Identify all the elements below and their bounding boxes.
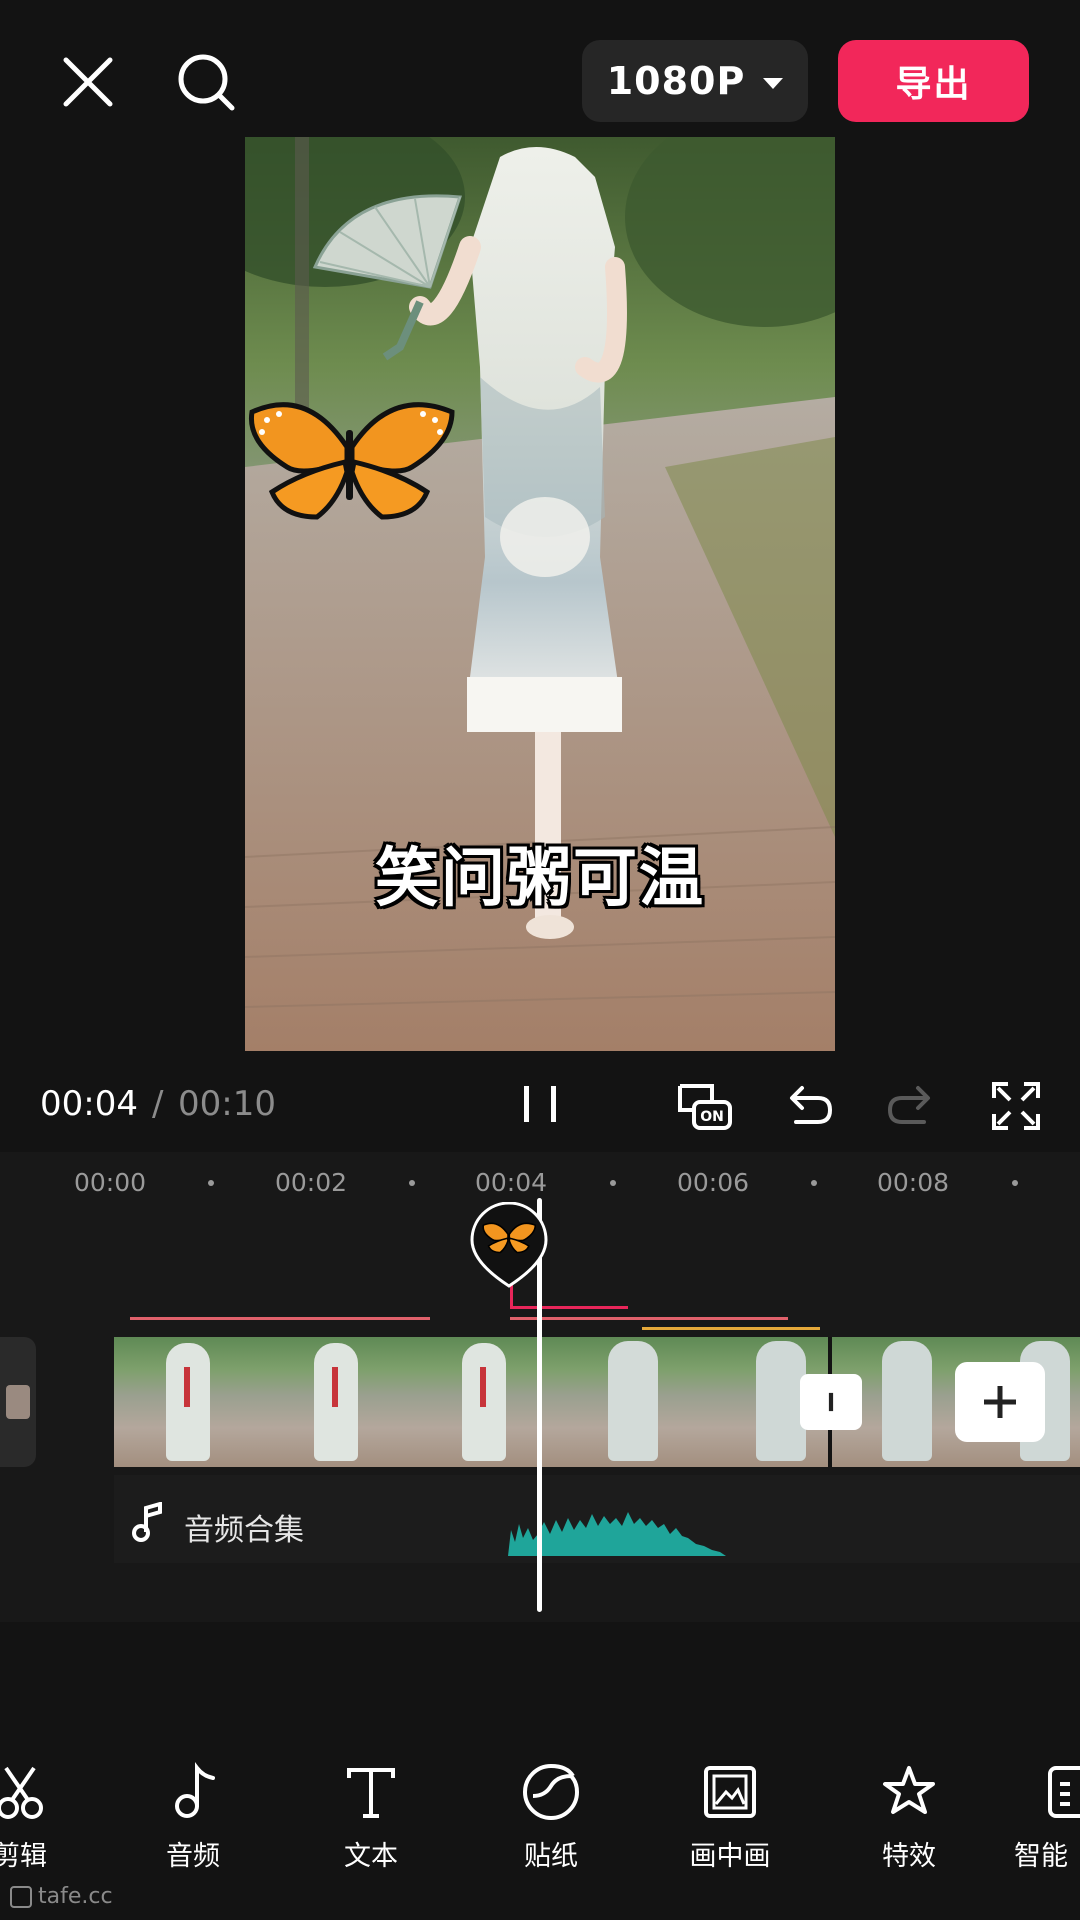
music-note-icon xyxy=(132,1501,166,1542)
transition-button[interactable] xyxy=(800,1374,862,1430)
redo-icon xyxy=(887,1086,930,1124)
time-separator: / xyxy=(152,1084,164,1124)
toolbar-item-pip[interactable]: 画中画 xyxy=(670,1762,790,1873)
toolbar-item-sticker[interactable]: 贴纸 xyxy=(491,1762,611,1873)
close-button[interactable] xyxy=(52,46,124,118)
subtitle-text[interactable]: 笑问粥可温 xyxy=(245,827,835,919)
sticker-track-line[interactable] xyxy=(510,1306,628,1309)
effect-track-line[interactable] xyxy=(642,1327,820,1330)
picture-in-picture-icon xyxy=(704,1766,756,1818)
clip-thumbnail xyxy=(410,1337,558,1467)
toolbar-item-audio[interactable]: 音频 xyxy=(133,1762,253,1873)
ruler-time-label: 00:06 xyxy=(677,1168,750,1197)
ruler-dot xyxy=(1012,1180,1018,1186)
toolbar-item-label: 画中画 xyxy=(689,1841,771,1872)
toolbar-item-text[interactable]: 文本 xyxy=(311,1762,431,1873)
add-clip-button[interactable] xyxy=(955,1362,1045,1442)
current-time: 00:04 xyxy=(40,1084,138,1124)
video-preview[interactable]: 笑问粥可温 xyxy=(245,137,835,1051)
redo-button[interactable] xyxy=(882,1076,942,1136)
previous-clip-thumbnail[interactable] xyxy=(0,1337,36,1467)
clip-thumbnail xyxy=(114,1337,262,1467)
scissors-icon xyxy=(0,1766,43,1819)
keyframe-toggle-button[interactable]: ON xyxy=(674,1076,734,1136)
export-button[interactable]: 导出 xyxy=(838,40,1029,122)
toolbar-item-label: 音频 xyxy=(166,1841,220,1872)
ruler-time-label: 00:08 xyxy=(877,1168,950,1197)
transition-icon xyxy=(828,1392,834,1412)
watermark-logo-icon xyxy=(10,1885,32,1908)
pause-icon xyxy=(524,1086,556,1122)
smart-icon xyxy=(1048,1766,1080,1818)
pause-button[interactable] xyxy=(514,1078,566,1130)
ruler-dot xyxy=(610,1180,616,1186)
toolbar-item-label: 剪辑 xyxy=(0,1841,47,1872)
toolbar-item-smart[interactable]: 智能 xyxy=(1010,1762,1080,1873)
search-icon xyxy=(178,54,235,111)
resolution-label: 1080P xyxy=(606,59,746,103)
watermark-text: tafe.cc xyxy=(38,1884,113,1909)
ruler-dot xyxy=(409,1180,415,1186)
export-label: 导出 xyxy=(895,64,972,105)
text-track-line[interactable] xyxy=(510,1317,788,1320)
effects-star-icon xyxy=(883,1766,935,1814)
search-button[interactable] xyxy=(170,46,242,118)
fullscreen-button[interactable] xyxy=(986,1076,1046,1136)
plus-icon xyxy=(984,1386,1016,1418)
undo-icon xyxy=(790,1086,833,1124)
audio-track-label: 音频合集 xyxy=(184,1513,304,1548)
clip-thumbnail xyxy=(558,1337,706,1467)
svg-text:ON: ON xyxy=(700,1109,724,1125)
ruler-dot xyxy=(811,1180,817,1186)
dropdown-caret-icon xyxy=(763,77,784,89)
resolution-selector[interactable]: 1080P xyxy=(582,40,808,122)
undo-button[interactable] xyxy=(778,1076,838,1136)
toolbar-item-label: 智能 xyxy=(1014,1841,1068,1872)
text-track-line[interactable] xyxy=(130,1317,430,1320)
sticker-icon xyxy=(523,1764,580,1820)
video-clip-track[interactable] xyxy=(114,1337,1080,1467)
total-time: 00:10 xyxy=(178,1084,276,1124)
ruler-dot xyxy=(208,1180,214,1186)
toolbar-item-effects[interactable]: 特效 xyxy=(849,1762,969,1873)
ruler-time-label: 00:04 xyxy=(475,1168,548,1197)
keyframe-on-icon: ON xyxy=(678,1084,732,1130)
text-icon xyxy=(347,1768,395,1818)
close-icon xyxy=(63,57,113,107)
music-note-icon xyxy=(175,1762,215,1818)
toolbar-item-edit[interactable]: 剪辑 xyxy=(0,1762,80,1873)
clip-thumbnail xyxy=(262,1337,410,1467)
ruler-time-label: 00:00 xyxy=(74,1168,147,1197)
toolbar-item-label: 特效 xyxy=(882,1841,936,1872)
fullscreen-icon xyxy=(992,1082,1040,1130)
ruler-time-label: 00:02 xyxy=(275,1168,348,1197)
watermark: tafe.cc xyxy=(10,1884,113,1909)
toolbar-item-label: 文本 xyxy=(344,1841,398,1872)
toolbar-item-label: 贴纸 xyxy=(524,1841,578,1872)
sticker-keyframe-marker[interactable] xyxy=(470,1201,548,1288)
